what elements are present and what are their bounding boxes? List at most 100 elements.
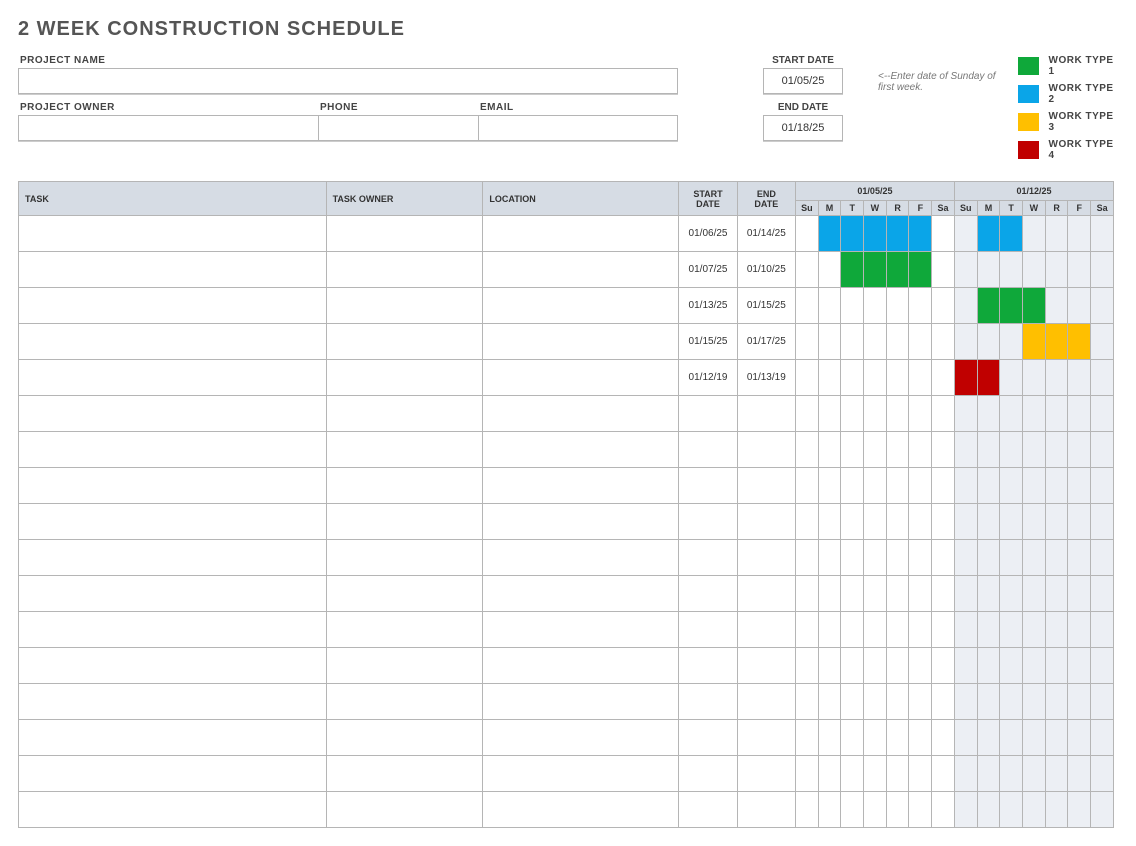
start-date-cell[interactable] [679, 396, 737, 432]
email-input[interactable] [478, 115, 678, 141]
gantt-cell[interactable] [795, 648, 818, 684]
gantt-cell[interactable] [1023, 504, 1046, 540]
gantt-cell[interactable] [1000, 324, 1023, 360]
gantt-cell[interactable] [954, 468, 977, 504]
gantt-cell[interactable] [841, 648, 864, 684]
gantt-cell[interactable] [977, 252, 1000, 288]
gantt-cell[interactable] [932, 432, 955, 468]
gantt-cell[interactable] [909, 540, 932, 576]
owner-cell[interactable] [326, 360, 483, 396]
gantt-cell[interactable] [977, 612, 1000, 648]
gantt-cell[interactable] [954, 612, 977, 648]
gantt-cell[interactable] [864, 324, 887, 360]
gantt-cell[interactable] [864, 288, 887, 324]
start-date-input[interactable]: 01/05/25 [763, 68, 843, 94]
gantt-cell[interactable] [841, 612, 864, 648]
gantt-cell[interactable] [818, 432, 841, 468]
end-date-cell[interactable] [737, 540, 795, 576]
task-cell[interactable] [19, 792, 327, 828]
task-cell[interactable] [19, 252, 327, 288]
gantt-cell[interactable] [954, 720, 977, 756]
gantt-cell[interactable] [1091, 216, 1114, 252]
gantt-cell[interactable] [1091, 468, 1114, 504]
gantt-cell[interactable] [932, 504, 955, 540]
gantt-cell[interactable] [1023, 468, 1046, 504]
gantt-cell[interactable] [1023, 756, 1046, 792]
gantt-cell[interactable] [886, 396, 909, 432]
gantt-cell[interactable] [1091, 648, 1114, 684]
gantt-cell[interactable] [909, 396, 932, 432]
gantt-cell[interactable] [932, 252, 955, 288]
gantt-cell[interactable] [909, 576, 932, 612]
gantt-cell[interactable] [932, 576, 955, 612]
gantt-cell[interactable] [864, 576, 887, 612]
gantt-cell[interactable] [1091, 360, 1114, 396]
gantt-cell[interactable] [1068, 720, 1091, 756]
gantt-cell[interactable] [818, 540, 841, 576]
start-date-cell[interactable] [679, 756, 737, 792]
gantt-cell[interactable] [909, 504, 932, 540]
gantt-cell[interactable] [1068, 792, 1091, 828]
gantt-cell[interactable] [795, 540, 818, 576]
gantt-cell[interactable] [1023, 684, 1046, 720]
owner-cell[interactable] [326, 612, 483, 648]
gantt-cell[interactable] [932, 684, 955, 720]
gantt-cell[interactable] [818, 216, 841, 252]
gantt-cell[interactable] [1023, 720, 1046, 756]
gantt-cell[interactable] [954, 540, 977, 576]
gantt-cell[interactable] [1023, 432, 1046, 468]
gantt-cell[interactable] [977, 360, 1000, 396]
gantt-cell[interactable] [864, 612, 887, 648]
gantt-cell[interactable] [932, 360, 955, 396]
gantt-cell[interactable] [841, 504, 864, 540]
gantt-cell[interactable] [1068, 216, 1091, 252]
gantt-cell[interactable] [1000, 432, 1023, 468]
gantt-cell[interactable] [909, 720, 932, 756]
gantt-cell[interactable] [977, 288, 1000, 324]
start-date-cell[interactable]: 01/15/25 [679, 324, 737, 360]
gantt-cell[interactable] [1045, 684, 1068, 720]
end-date-cell[interactable]: 01/10/25 [737, 252, 795, 288]
gantt-cell[interactable] [841, 288, 864, 324]
end-date-cell[interactable] [737, 612, 795, 648]
gantt-cell[interactable] [1023, 576, 1046, 612]
gantt-cell[interactable] [954, 684, 977, 720]
gantt-cell[interactable] [864, 684, 887, 720]
gantt-cell[interactable] [1068, 684, 1091, 720]
gantt-cell[interactable] [818, 360, 841, 396]
gantt-cell[interactable] [886, 612, 909, 648]
gantt-cell[interactable] [954, 324, 977, 360]
gantt-cell[interactable] [1068, 612, 1091, 648]
gantt-cell[interactable] [1000, 792, 1023, 828]
gantt-cell[interactable] [1091, 792, 1114, 828]
gantt-cell[interactable] [1045, 720, 1068, 756]
location-cell[interactable] [483, 216, 679, 252]
end-date-cell[interactable]: 01/15/25 [737, 288, 795, 324]
gantt-cell[interactable] [932, 288, 955, 324]
gantt-cell[interactable] [932, 468, 955, 504]
gantt-cell[interactable] [864, 396, 887, 432]
gantt-cell[interactable] [1091, 396, 1114, 432]
gantt-cell[interactable] [977, 576, 1000, 612]
start-date-cell[interactable]: 01/07/25 [679, 252, 737, 288]
gantt-cell[interactable] [795, 324, 818, 360]
gantt-cell[interactable] [909, 432, 932, 468]
end-date-cell[interactable] [737, 504, 795, 540]
location-cell[interactable] [483, 612, 679, 648]
gantt-cell[interactable] [1000, 576, 1023, 612]
gantt-cell[interactable] [818, 468, 841, 504]
gantt-cell[interactable] [909, 756, 932, 792]
end-date-cell[interactable]: 01/14/25 [737, 216, 795, 252]
task-cell[interactable] [19, 504, 327, 540]
location-cell[interactable] [483, 720, 679, 756]
gantt-cell[interactable] [1045, 252, 1068, 288]
end-date-cell[interactable] [737, 684, 795, 720]
gantt-cell[interactable] [886, 468, 909, 504]
owner-cell[interactable] [326, 576, 483, 612]
gantt-cell[interactable] [864, 432, 887, 468]
gantt-cell[interactable] [977, 468, 1000, 504]
gantt-cell[interactable] [864, 468, 887, 504]
owner-cell[interactable] [326, 756, 483, 792]
task-cell[interactable] [19, 756, 327, 792]
start-date-cell[interactable] [679, 612, 737, 648]
